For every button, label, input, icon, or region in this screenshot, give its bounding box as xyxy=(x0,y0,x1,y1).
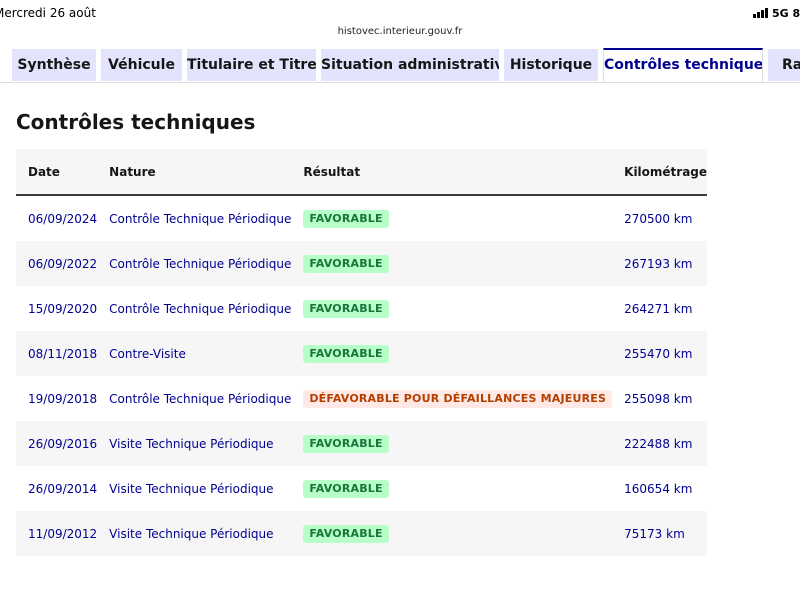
cell-date: 26/09/2016 xyxy=(16,421,98,466)
cell-nature: Contrôle Technique Périodique xyxy=(109,211,292,226)
table-row: 11/09/2012 Visite Technique Périodique FAV… xyxy=(16,511,708,556)
result-badge-favorable: FAVORABLE xyxy=(303,434,389,453)
cell-result: FAVORABLE xyxy=(291,286,612,331)
signal-strength-icon xyxy=(753,7,769,21)
inspections-table: Date Nature Résultat Kilométrage 06/09/2… xyxy=(16,149,708,556)
table-row: 06/09/2022 Contrôle Technique Périodique F… xyxy=(16,241,708,286)
cell-nature: Visite Technique Périodique xyxy=(97,421,292,466)
column-header-mileage: Kilométrage xyxy=(612,149,708,196)
result-badge-unfavorable: DÉFAVORABLE POUR DÉFAILLANCES MAJEURES xyxy=(303,389,613,408)
network-type: 5G xyxy=(772,7,789,20)
cell-mileage: 255098 km xyxy=(624,391,693,406)
cell-nature: Contrôle Technique Périodique xyxy=(109,301,292,316)
cell-mileage: 267193 km xyxy=(612,241,708,286)
cell-result: FAVORABLE xyxy=(291,421,613,466)
cell-mileage: 264271 km xyxy=(624,301,693,316)
cell-result: FAVORABLE xyxy=(291,511,613,556)
cell-result: FAVORABLE xyxy=(291,195,612,241)
cell-mileage: 160654 km xyxy=(624,481,693,496)
cell-mileage: 75173 km xyxy=(612,511,708,556)
cell-date: 06/09/2024 xyxy=(28,211,98,226)
page-title: Contrôles techniques xyxy=(16,110,256,134)
table-row: 26/09/2014 Visite Technique Périodique FAV… xyxy=(16,466,707,511)
cell-nature: Visite Technique Périodique xyxy=(97,511,292,556)
cell-result: FAVORABLE xyxy=(291,241,613,286)
result-badge-favorable: FAVORABLE xyxy=(303,479,389,498)
tab-historique[interactable]: Historique xyxy=(504,49,598,81)
cell-date: 06/09/2022 xyxy=(16,241,98,286)
tab-vehicule[interactable]: Véhicule xyxy=(101,49,182,81)
cell-result: FAVORABLE xyxy=(291,466,612,511)
cell-nature: Visite Technique Périodique xyxy=(109,481,274,496)
table-row: 06/09/2024 Contrôle Technique Périodique F… xyxy=(16,195,707,241)
table-header-row: Date Nature Résultat Kilométrage xyxy=(16,149,708,196)
result-badge-favorable: FAVORABLE xyxy=(303,524,389,543)
battery-level: 88 xyxy=(792,7,800,20)
cell-result: DÉFAVORABLE POUR DÉFAILLANCES MAJEURES xyxy=(291,376,613,421)
column-header-nature: Nature xyxy=(97,149,292,196)
tab-titulaire-et-titre[interactable]: Titulaire et Titre xyxy=(187,49,316,81)
cell-nature: Contrôle Technique Périodique xyxy=(97,241,292,286)
table-row: 15/09/2020 Contrôle Technique Périodique F… xyxy=(16,286,707,331)
table-row: 19/09/2018 Contrôle Technique Périodique D… xyxy=(16,376,707,421)
table-row: 26/09/2016 Visite Technique Périodique FAV… xyxy=(16,421,708,466)
cell-date: 15/09/2020 xyxy=(28,301,98,316)
tab-controles-techniques[interactable]: Contrôles techniques xyxy=(603,48,763,82)
cell-date: 19/09/2018 xyxy=(28,391,98,406)
column-header-date: Date xyxy=(16,149,98,196)
result-badge-favorable: FAVORABLE xyxy=(303,209,389,228)
address-bar[interactable]: histovec.interieur.gouv.fr xyxy=(336,21,464,43)
cell-result: FAVORABLE xyxy=(291,331,613,376)
status-time: Mercredi 26 août xyxy=(0,6,96,20)
cell-mileage: 255470 km xyxy=(612,331,708,376)
tab-situation-administrative[interactable]: Situation administrative xyxy=(321,49,499,81)
cell-mileage: 222488 km xyxy=(612,421,708,466)
tab-synthese[interactable]: Synthèse xyxy=(12,49,96,81)
cell-mileage: 270500 km xyxy=(624,211,693,226)
cell-date: 11/09/2012 xyxy=(16,511,98,556)
table-row: 08/11/2018 Contre-Visite FAVORABLE 255470 k… xyxy=(16,331,708,376)
cell-nature: Contrôle Technique Périodique xyxy=(109,391,292,406)
column-header-result: Résultat xyxy=(291,149,613,196)
cell-date: 08/11/2018 xyxy=(16,331,98,376)
tab-bar: Synthèse Véhicule Titulaire et Titre Sit… xyxy=(0,48,800,83)
result-badge-favorable: FAVORABLE xyxy=(303,254,389,273)
cell-date: 26/09/2014 xyxy=(28,481,98,496)
result-badge-favorable: FAVORABLE xyxy=(303,299,389,318)
result-badge-favorable: FAVORABLE xyxy=(303,344,389,363)
tab-rapport[interactable]: Rapport xyxy=(768,49,800,81)
status-indicators: 5G 88 xyxy=(753,6,800,21)
table-body: 06/09/2024 Contrôle Technique Périodique F… xyxy=(16,195,708,556)
cell-nature: Contre-Visite xyxy=(97,331,292,376)
